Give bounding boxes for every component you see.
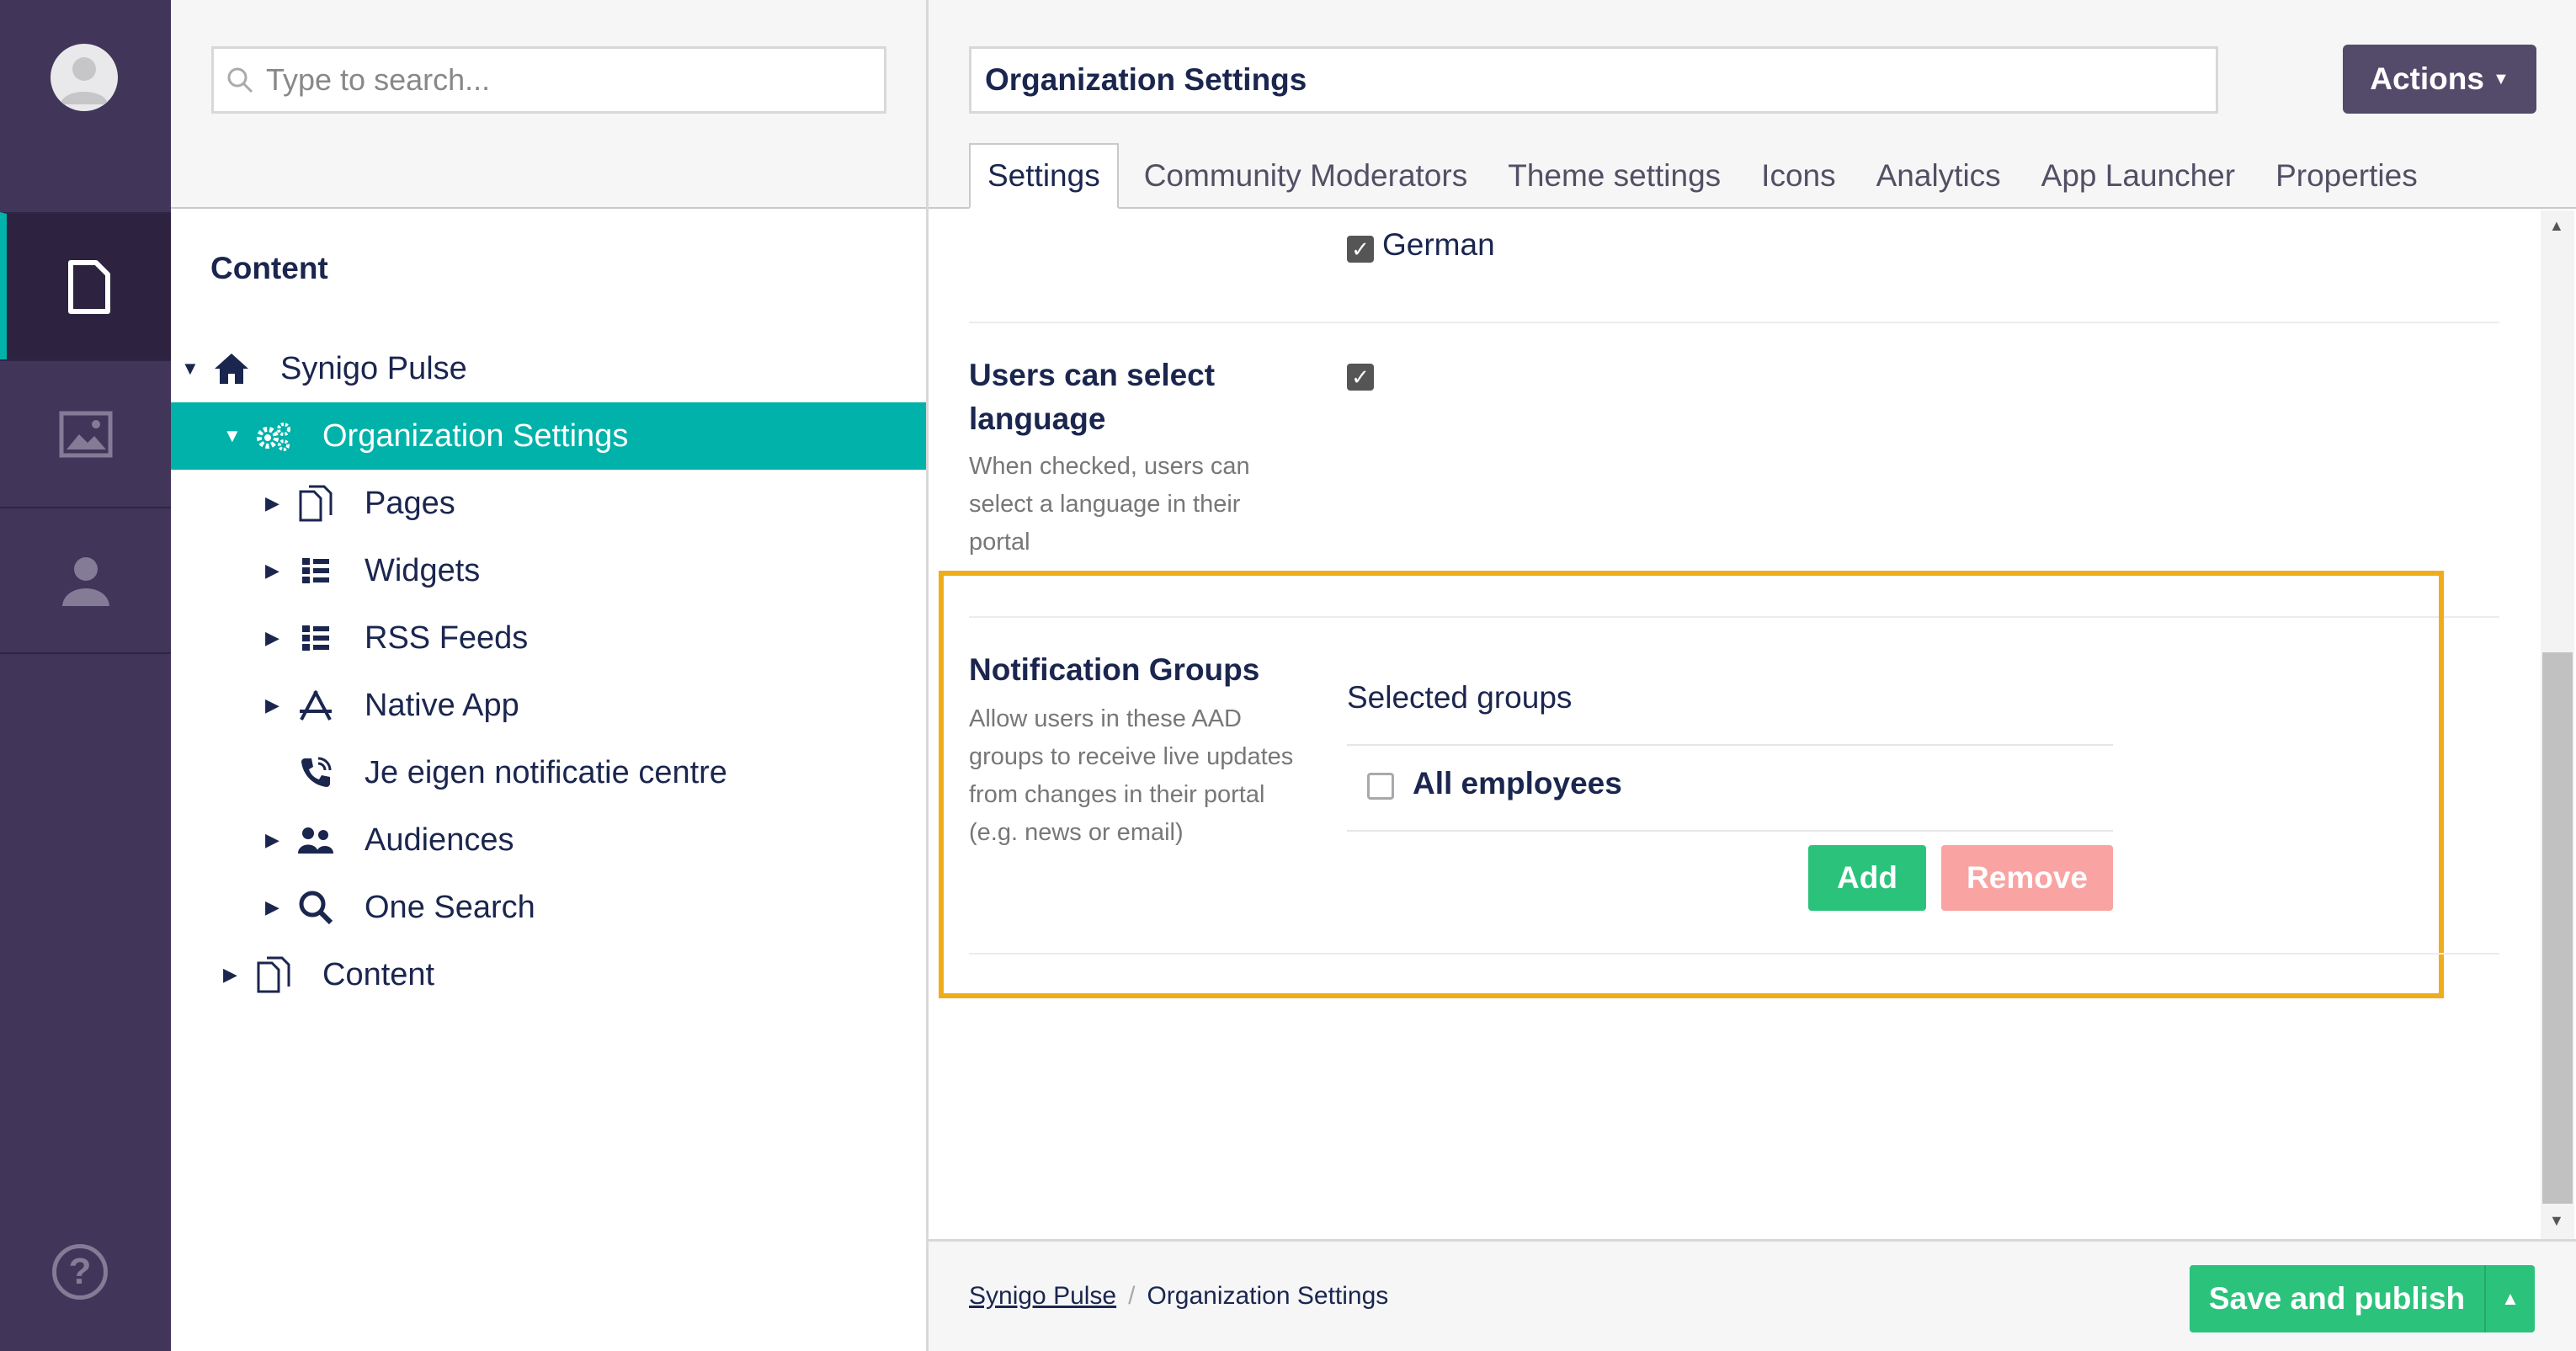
scrollbar-thumb[interactable] <box>2542 652 2573 1204</box>
save-options-caret-icon[interactable]: ▲ <box>2484 1265 2535 1332</box>
expanded-caret-icon[interactable]: ▼ <box>181 358 200 380</box>
search-icon <box>227 67 253 93</box>
german-checkbox[interactable]: ✓ <box>1347 236 1374 263</box>
divider <box>969 953 2499 955</box>
breadcrumb-link-root[interactable]: Synigo Pulse <box>969 1282 1116 1311</box>
tree-item-label: Synigo Pulse <box>280 350 467 386</box>
divider <box>1347 744 2113 746</box>
content-tree-panel: Content ▼ Synigo Pulse ▼ Organization Se… <box>171 0 929 1351</box>
phone-ring-icon <box>295 753 336 793</box>
tab-properties[interactable]: Properties <box>2255 143 2438 209</box>
tab-settings[interactable]: Settings <box>969 143 1119 209</box>
group-checkbox[interactable] <box>1367 773 1394 800</box>
users-select-language-description: When checked, users can select a languag… <box>969 453 1250 556</box>
tree-item-label: Widgets <box>365 552 481 588</box>
tree-item-label: One Search <box>365 889 535 925</box>
tree-item-organization-settings[interactable]: ▼ Organization Settings <box>171 402 926 470</box>
tab-icons[interactable]: Icons <box>1741 143 1855 209</box>
collapsed-caret-icon[interactable]: ▶ <box>265 829 279 851</box>
notification-groups-description: Allow users in these AAD groups to recei… <box>969 705 1294 846</box>
tree-item-label: Audiences <box>365 822 514 858</box>
list-icon <box>295 551 336 591</box>
tree-item-label: Pages <box>365 485 455 521</box>
editor-tabs: Settings Community Moderators Theme sett… <box>969 143 2438 209</box>
selected-groups-label: Selected groups <box>1347 680 1573 715</box>
save-publish-group: Save and publish ▲ <box>2190 1265 2535 1332</box>
collapsed-caret-icon[interactable]: ▶ <box>265 560 279 582</box>
remove-group-button[interactable]: Remove <box>1941 845 2113 911</box>
tab-app-launcher[interactable]: App Launcher <box>2021 143 2255 209</box>
search-icon <box>295 887 336 928</box>
settings-gears-icon <box>253 416 294 456</box>
german-label: German <box>1382 227 1495 262</box>
divider <box>969 322 2499 323</box>
tree-item-one-search[interactable]: ▶ One Search <box>171 874 926 941</box>
tree-item-widgets[interactable]: ▶ Widgets <box>171 537 926 604</box>
collapsed-caret-icon[interactable]: ▶ <box>223 964 237 986</box>
expanded-caret-icon[interactable]: ▼ <box>223 425 242 447</box>
search-box[interactable] <box>211 46 886 114</box>
user-avatar[interactable] <box>51 44 118 111</box>
collapsed-caret-icon[interactable]: ▶ <box>265 492 279 514</box>
editor-footer: Synigo Pulse / Organization Settings Sav… <box>929 1239 2576 1351</box>
node-name-input[interactable]: Organization Settings <box>969 46 2218 114</box>
save-and-publish-button[interactable]: Save and publish <box>2190 1265 2484 1332</box>
help-icon[interactable]: ? <box>52 1244 108 1300</box>
notification-groups-label: Notification Groups <box>969 652 1260 687</box>
collapsed-caret-icon[interactable]: ▶ <box>265 694 279 716</box>
scrollbar[interactable]: ▲ ▼ <box>2541 210 2574 1239</box>
rail-content-section[interactable] <box>0 212 171 359</box>
users-select-language-label: Users can select language <box>969 358 1216 436</box>
tab-analytics[interactable]: Analytics <box>1856 143 2021 209</box>
tree-item-synigo-pulse[interactable]: ▼ Synigo Pulse <box>171 335 926 402</box>
editor-header: Organization Settings Actions ▼ Settings… <box>929 0 2576 209</box>
users-icon <box>295 820 336 860</box>
users-select-language-checkbox[interactable]: ✓ <box>1347 364 1374 391</box>
search-input[interactable] <box>266 62 855 98</box>
tree-item-label: Content <box>322 956 435 992</box>
image-icon <box>59 411 112 457</box>
tab-community-moderators[interactable]: Community Moderators <box>1124 143 1488 209</box>
breadcrumb-separator: / <box>1128 1282 1136 1310</box>
breadcrumb: Synigo Pulse / Organization Settings <box>969 1282 1388 1311</box>
tree-title: Content <box>210 251 328 285</box>
tree-item-pages[interactable]: ▶ Pages <box>171 470 926 537</box>
pages-icon <box>295 483 336 524</box>
collapsed-caret-icon[interactable]: ▶ <box>265 896 279 918</box>
tree-item-notificatie-centre[interactable]: Je eigen notificatie centre <box>171 739 926 806</box>
collapsed-caret-icon[interactable]: ▶ <box>265 627 279 649</box>
home-icon <box>211 348 252 389</box>
scroll-down-icon[interactable]: ▼ <box>2549 1212 2564 1230</box>
breadcrumb-current: Organization Settings <box>1147 1282 1389 1310</box>
app-rail: ? <box>0 0 171 1351</box>
actions-button[interactable]: Actions ▼ <box>2343 45 2536 114</box>
pages-icon <box>253 955 294 995</box>
tree-item-label: Je eigen notificatie centre <box>365 754 727 790</box>
app-store-icon <box>295 685 336 726</box>
user-avatar-icon <box>61 57 108 104</box>
tree-header <box>171 0 926 209</box>
rail-media-section[interactable] <box>0 359 171 507</box>
tree-item-label: Native App <box>365 687 519 723</box>
rail-members-section[interactable] <box>0 507 171 654</box>
person-icon <box>61 556 109 606</box>
document-icon <box>67 259 110 314</box>
actions-label: Actions <box>2370 61 2484 96</box>
tree-item-audiences[interactable]: ▶ Audiences <box>171 806 926 874</box>
list-icon <box>295 618 336 658</box>
caret-down-icon: ▼ <box>2492 69 2509 88</box>
tab-theme-settings[interactable]: Theme settings <box>1488 143 1741 209</box>
tree-item-native-app[interactable]: ▶ Native App <box>171 672 926 739</box>
tree-item-content[interactable]: ▶ Content <box>171 941 926 1008</box>
scroll-up-icon[interactable]: ▲ <box>2549 217 2564 235</box>
add-group-button[interactable]: Add <box>1808 845 1926 911</box>
divider <box>1347 830 2113 832</box>
tree-item-rss-feeds[interactable]: ▶ RSS Feeds <box>171 604 926 672</box>
tree-item-label: RSS Feeds <box>365 620 529 656</box>
tree-item-label: Organization Settings <box>322 418 629 454</box>
group-name: All employees <box>1413 766 1622 800</box>
